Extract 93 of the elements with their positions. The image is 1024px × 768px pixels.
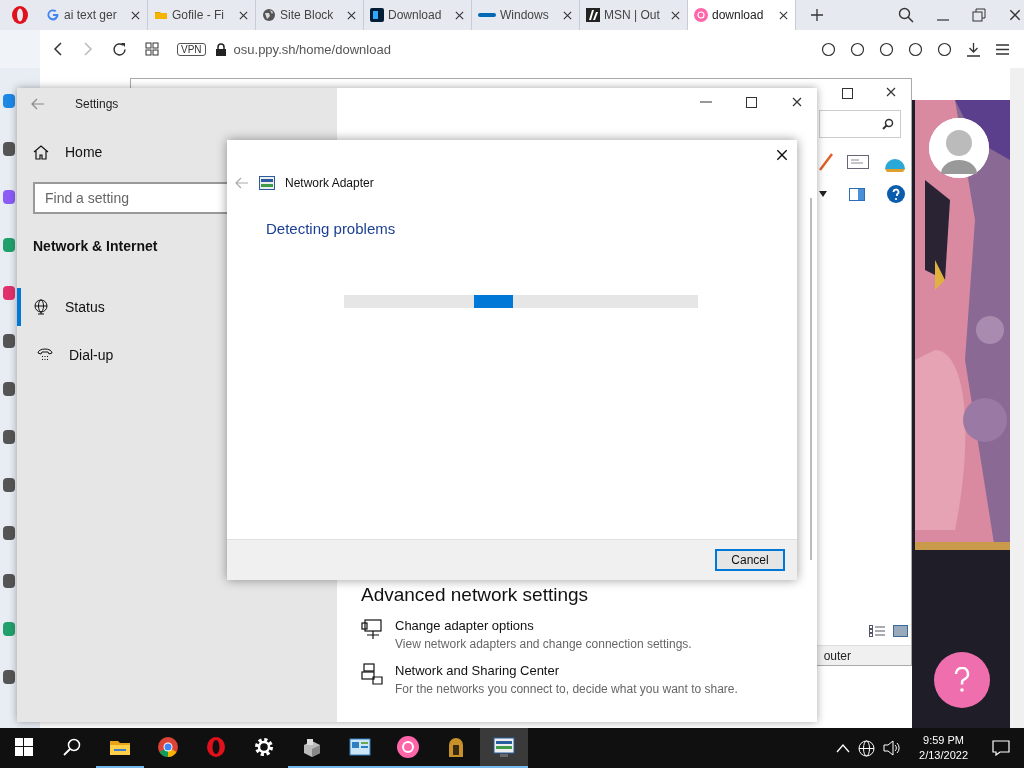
close-icon[interactable] <box>778 9 789 21</box>
osu-icon <box>397 736 419 758</box>
link-description: View network adapters and change connection settings. <box>395 637 692 651</box>
sidebar-icon[interactable] <box>3 430 15 444</box>
avatar-icon[interactable] <box>929 118 989 178</box>
photoshop-icon <box>370 8 384 22</box>
restore-icon[interactable] <box>972 8 986 22</box>
close-icon[interactable] <box>562 9 573 21</box>
sidebar-icon[interactable] <box>3 526 15 540</box>
control-panel-icon <box>349 738 371 756</box>
search-field[interactable] <box>819 110 901 138</box>
sidebar-icon[interactable] <box>3 286 15 300</box>
status-text: outer <box>823 648 851 663</box>
windows-icon <box>15 738 33 756</box>
close-icon[interactable] <box>238 9 249 21</box>
sidebar-icon[interactable] <box>3 670 15 684</box>
notification-icon[interactable] <box>992 740 1010 756</box>
msn-icon <box>586 8 600 22</box>
speaker-icon[interactable] <box>883 740 902 756</box>
home-link[interactable]: Home <box>17 120 103 160</box>
section-heading: Advanced network settings <box>361 584 590 606</box>
globe-icon[interactable] <box>858 739 876 757</box>
download-icon[interactable] <box>966 41 981 57</box>
chevron-up-icon[interactable] <box>836 743 851 753</box>
clock[interactable]: 9:59 PM 2/13/2022 <box>909 733 978 763</box>
close-icon[interactable] <box>670 9 681 21</box>
globe-icon <box>262 8 276 22</box>
settings-icon <box>255 738 273 756</box>
network-sharing-icon <box>361 663 383 685</box>
sidebar-icon[interactable] <box>3 574 15 588</box>
dropdown-icon[interactable] <box>819 191 827 197</box>
sidebar-icon[interactable] <box>3 622 15 636</box>
maximize-icon[interactable] <box>746 96 757 108</box>
close-icon[interactable] <box>130 9 141 21</box>
close-icon[interactable] <box>791 96 803 108</box>
close-icon[interactable] <box>346 9 357 21</box>
sidebar-icon[interactable] <box>3 238 15 252</box>
plus-icon[interactable] <box>810 8 824 22</box>
link-description: For the networks you connect to, decide what you want to share. <box>395 682 738 696</box>
menu-icon[interactable] <box>995 41 1010 57</box>
opera-icon <box>207 737 225 757</box>
question-icon <box>953 667 971 693</box>
window-title: Settings <box>75 97 119 111</box>
lock-icon <box>215 42 226 56</box>
network-adapter-icon <box>493 737 515 757</box>
reload-icon[interactable] <box>112 41 127 57</box>
preview-pane-icon[interactable] <box>849 187 865 201</box>
opera-icon[interactable] <box>11 5 29 25</box>
close-icon[interactable] <box>454 9 465 21</box>
folder-icon <box>110 741 130 755</box>
settings-link[interactable]: Network and Sharing Center <box>395 663 738 678</box>
scrollbar[interactable] <box>1010 68 1024 728</box>
busy-indicator <box>474 295 513 308</box>
helmet-icon <box>449 738 463 757</box>
nav-item[interactable]: Status <box>17 288 115 326</box>
close-icon[interactable] <box>885 86 897 98</box>
cancel-button[interactable]: Cancel <box>715 549 785 571</box>
address-field[interactable]: osu.ppy.sh/home/download <box>233 41 391 57</box>
home-icon <box>33 144 49 160</box>
grid-icon[interactable] <box>145 42 159 56</box>
intel-icon <box>478 10 496 20</box>
sidebar-icon[interactable] <box>3 142 15 156</box>
browser-tab[interactable]: download <box>688 0 796 30</box>
sidebar-icon[interactable] <box>3 334 15 348</box>
sidebar-icon[interactable] <box>3 94 15 108</box>
details-view-icon[interactable] <box>869 625 885 637</box>
nav-item[interactable]: Dial-up <box>17 336 124 374</box>
close-icon[interactable] <box>1008 8 1022 22</box>
phone-icon <box>37 347 53 363</box>
dialog-heading: Detecting problems <box>265 219 397 237</box>
device-icon <box>304 739 320 757</box>
network-adapter-icon <box>259 176 275 190</box>
monitor-icon <box>361 618 383 640</box>
maximize-icon[interactable] <box>842 88 853 99</box>
sidebar-icon[interactable] <box>3 382 15 396</box>
close-icon[interactable] <box>775 148 789 162</box>
section-heading: Network & Internet <box>32 237 158 254</box>
sidebar-icon[interactable] <box>3 478 15 492</box>
google-icon <box>46 8 60 22</box>
osu-icon <box>694 8 708 22</box>
sidebar-icon[interactable] <box>3 190 15 204</box>
help-icon[interactable] <box>887 185 905 203</box>
back-icon[interactable] <box>52 42 64 56</box>
settings-link[interactable]: Change adapter options <box>395 618 692 633</box>
globe-icon <box>33 299 49 315</box>
pencil-icon[interactable] <box>819 153 833 171</box>
taskbar-app[interactable] <box>480 728 528 768</box>
envelope-icon[interactable] <box>847 155 869 169</box>
search-icon[interactable] <box>898 7 914 23</box>
search-icon <box>63 738 81 756</box>
search-icon <box>882 118 894 130</box>
vpn-badge[interactable]: VPN <box>177 42 206 56</box>
chrome-icon <box>158 737 178 757</box>
